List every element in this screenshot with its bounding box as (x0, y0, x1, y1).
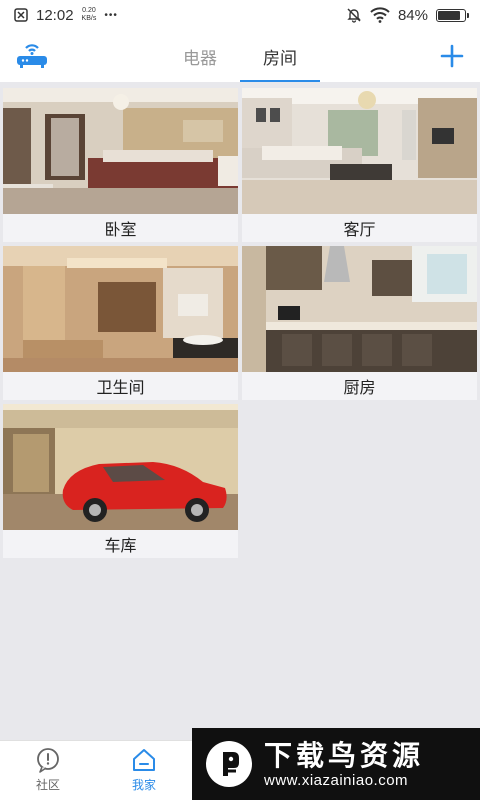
clock: 12:02 (36, 6, 74, 24)
room-card-living-room[interactable]: 客厅 (242, 88, 477, 242)
status-left: 12:02 0.20 KB/s ••• (14, 7, 118, 24)
watermark-title: 下载鸟资源 (264, 739, 425, 771)
room-card-bathroom[interactable]: 卫生间 (3, 246, 238, 400)
room-grid: 卧室 客厅 卫生间 厨房 车库 (3, 88, 477, 558)
room-label: 厨房 (242, 372, 477, 400)
watermark-text: 下载鸟资源 www.xiazainiao.com (264, 740, 424, 789)
bathroom-image (3, 246, 238, 372)
net-speed: 0.20 KB/s (81, 7, 97, 22)
watermark-url: www.xiazainiao.com (264, 771, 409, 789)
nav-label: 社区 (35, 778, 60, 792)
nav-my-home[interactable]: 我家 (116, 747, 172, 797)
tab-rooms[interactable]: 房间 (240, 30, 320, 82)
bedroom-image (3, 88, 238, 214)
community-icon (37, 748, 59, 773)
kitchen-image (242, 246, 477, 372)
room-card-garage[interactable]: 车库 (3, 404, 238, 558)
router-icon[interactable] (14, 40, 50, 70)
status-right: 84% (346, 6, 469, 24)
notification-icon (14, 8, 28, 22)
watermark-logo-icon (206, 741, 252, 787)
tab-bar: 电器 房间 (160, 30, 320, 82)
living-room-image (242, 88, 477, 214)
tab-appliances[interactable]: 电器 (160, 30, 240, 82)
mute-bell-icon (347, 8, 361, 23)
wifi-icon (370, 7, 390, 23)
room-label: 客厅 (242, 214, 477, 242)
header: 电器 房间 (0, 30, 480, 82)
room-card-bedroom[interactable]: 卧室 (3, 88, 238, 242)
room-label: 卫生间 (3, 372, 238, 400)
more-indicator: ••• (104, 9, 118, 21)
status-bar: 12:02 0.20 KB/s ••• 84% (0, 0, 480, 30)
room-label: 卧室 (3, 214, 238, 242)
battery-fill (438, 10, 460, 20)
battery-percent: 84% (397, 6, 428, 24)
battery-icon (436, 8, 469, 22)
watermark-banner: 下载鸟资源 www.xiazainiao.com (192, 728, 480, 800)
room-label: 车库 (3, 530, 238, 558)
add-icon[interactable] (438, 42, 466, 70)
room-card-kitchen[interactable]: 厨房 (242, 246, 477, 400)
nav-community[interactable]: 社区 (20, 747, 76, 797)
garage-image (3, 404, 238, 530)
home-icon (133, 749, 155, 771)
nav-label: 我家 (131, 778, 156, 792)
